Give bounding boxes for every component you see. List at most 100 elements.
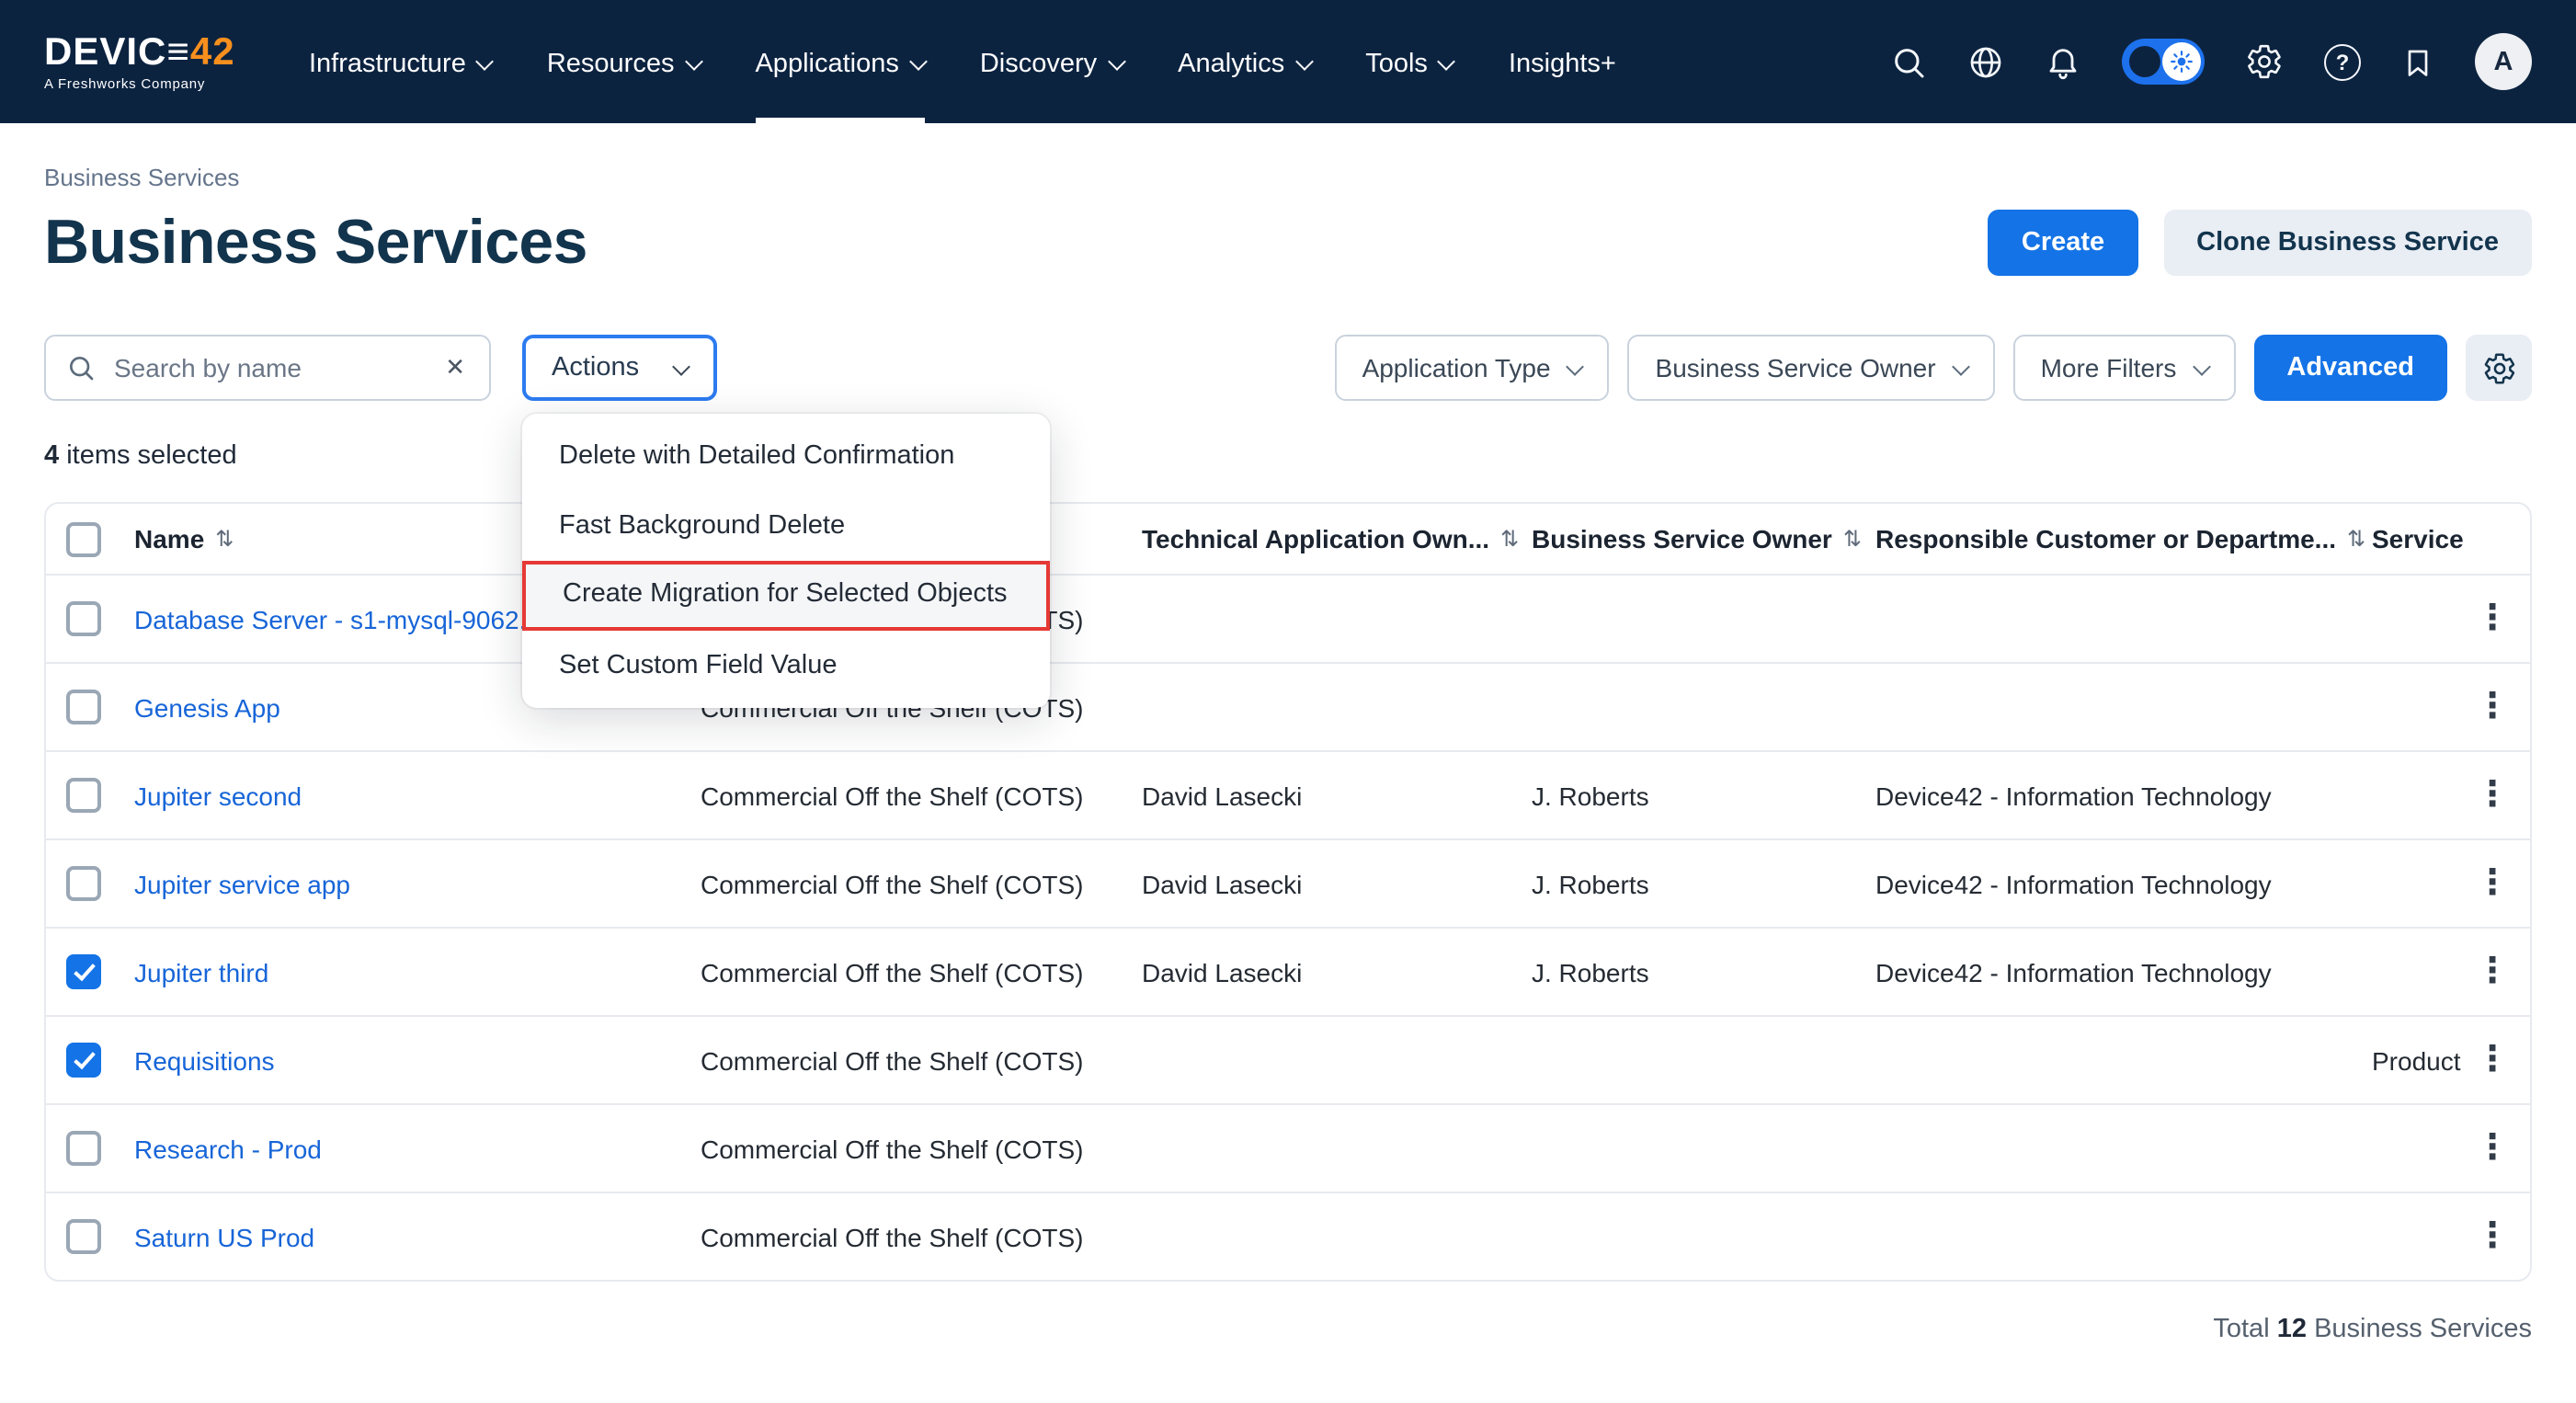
- row-checkbox[interactable]: [65, 1043, 100, 1078]
- menu-item-fast-background-delete[interactable]: Fast Background Delete: [522, 491, 1050, 561]
- row-name-link[interactable]: Jupiter third: [134, 957, 701, 987]
- table-row: Jupiter second Commercial Off the Shelf …: [46, 750, 2530, 838]
- row-menu-kebab-icon[interactable]: ⋮: [2466, 866, 2532, 901]
- row-type: Commercial Off the Shelf (COTS): [701, 957, 1142, 987]
- moon-icon: [2129, 46, 2160, 77]
- title-actions: Create Clone Business Service: [1989, 210, 2532, 276]
- chevron-down-icon: [672, 357, 690, 375]
- row-name-link[interactable]: Jupiter second: [134, 781, 701, 810]
- page: DEVIC≡42 A Freshworks Company Infrastruc…: [0, 0, 2576, 1403]
- settings-gear-icon[interactable]: [2245, 42, 2284, 81]
- total-business-services: Total 12 Business Services: [44, 1315, 2532, 1344]
- nav-item-discovery[interactable]: Discovery: [980, 0, 1123, 123]
- table-row: Requisitions Commercial Off the Shelf (C…: [46, 1015, 2530, 1103]
- notifications-bell-icon[interactable]: [2045, 43, 2081, 80]
- menu-item-set-custom-field-value[interactable]: Set Custom Field Value: [522, 631, 1050, 701]
- chevron-down-icon: [1952, 357, 1970, 375]
- row-bso: J. Roberts: [1532, 781, 1875, 810]
- clear-search-icon[interactable]: ✕: [441, 349, 469, 386]
- toggle-knob: [2162, 42, 2201, 81]
- menu-item-create-migration-for-selected-objects[interactable]: Create Migration for Selected Objects: [522, 561, 1050, 631]
- column-header-business-service-owner[interactable]: Business Service Owner⇅: [1532, 524, 1875, 553]
- row-menu-kebab-icon[interactable]: ⋮: [2466, 1219, 2532, 1254]
- search-icon[interactable]: [1890, 43, 1927, 80]
- nav-item-analytics[interactable]: Analytics: [1178, 0, 1310, 123]
- row-checkbox[interactable]: [65, 690, 100, 724]
- row-name-link[interactable]: Saturn US Prod: [134, 1222, 701, 1251]
- row-checkbox[interactable]: [65, 1219, 100, 1254]
- row-name-link[interactable]: Jupiter service app: [134, 869, 701, 898]
- row-type: Commercial Off the Shelf (COTS): [701, 1045, 1142, 1075]
- create-button[interactable]: Create: [1989, 210, 2137, 276]
- table-row: Jupiter third Commercial Off the Shelf (…: [46, 927, 2530, 1015]
- table-settings-button[interactable]: [2466, 335, 2532, 401]
- title-row: Business Services Create Clone Business …: [44, 202, 2532, 283]
- globe-icon[interactable]: [1967, 43, 2004, 80]
- top-navbar: DEVIC≡42 A Freshworks Company Infrastruc…: [0, 0, 2576, 123]
- column-header-responsible-customer[interactable]: Responsible Customer or Departme...⇅: [1875, 524, 2372, 553]
- table-row: Database Server - s1-mysql-9062.d Commer…: [46, 574, 2530, 662]
- row-menu-kebab-icon[interactable]: ⋮: [2466, 1131, 2532, 1166]
- chevron-down-icon: [685, 51, 703, 70]
- menu-item-delete-with-detailed-confirmation[interactable]: Delete with Detailed Confirmation: [522, 421, 1050, 491]
- row-checkbox[interactable]: [65, 1131, 100, 1166]
- row-checkbox[interactable]: [65, 954, 100, 989]
- bookmark-icon[interactable]: [2401, 43, 2434, 80]
- navbar-actions: ? A: [1890, 33, 2532, 90]
- row-checkbox[interactable]: [65, 866, 100, 901]
- row-name-link[interactable]: Research - Prod: [134, 1134, 701, 1163]
- table-row: Saturn US Prod Commercial Off the Shelf …: [46, 1192, 2530, 1280]
- row-menu-kebab-icon[interactable]: ⋮: [2466, 954, 2532, 989]
- nav-item-applications[interactable]: Applications: [755, 0, 924, 123]
- row-menu-kebab-icon[interactable]: ⋮: [2466, 778, 2532, 813]
- row-menu-kebab-icon[interactable]: ⋮: [2466, 601, 2532, 636]
- theme-toggle[interactable]: [2122, 39, 2205, 85]
- clone-business-service-button[interactable]: Clone Business Service: [2163, 210, 2532, 276]
- sun-icon: [2170, 50, 2194, 74]
- nav-item-insights[interactable]: Insights+: [1509, 0, 1616, 123]
- user-avatar[interactable]: A: [2475, 33, 2532, 90]
- chevron-down-icon: [2192, 357, 2210, 375]
- chevron-down-icon: [1438, 51, 1456, 70]
- more-filters-button[interactable]: More Filters: [2013, 335, 2236, 401]
- row-checkbox[interactable]: [65, 778, 100, 813]
- gear-icon: [2481, 350, 2516, 385]
- application-type-filter[interactable]: Application Type: [1335, 335, 1610, 401]
- nav-item-infrastructure[interactable]: Infrastructure: [309, 0, 492, 123]
- help-icon[interactable]: ?: [2324, 43, 2361, 80]
- breadcrumb[interactable]: Business Services: [44, 164, 2532, 191]
- row-responsible: Device42 - Information Technology: [1875, 869, 2372, 898]
- table-row: Research - Prod Commercial Off the Shelf…: [46, 1103, 2530, 1192]
- sort-icon[interactable]: ⇅: [1500, 526, 1519, 552]
- page-title: Business Services: [44, 202, 587, 283]
- table-row: Jupiter service app Commercial Off the S…: [46, 838, 2530, 927]
- row-name-link[interactable]: Requisitions: [134, 1045, 701, 1075]
- row-responsible: Device42 - Information Technology: [1875, 781, 2372, 810]
- nav-item-tools[interactable]: Tools: [1365, 0, 1453, 123]
- row-checkbox[interactable]: [65, 601, 100, 636]
- row-bso: J. Roberts: [1532, 957, 1875, 987]
- column-header-technical-owner[interactable]: Technical Application Own...⇅: [1142, 524, 1532, 553]
- business-services-table: Name⇅ Technical Application Own...⇅ Busi…: [44, 502, 2532, 1282]
- business-service-owner-filter[interactable]: Business Service Owner: [1628, 335, 1995, 401]
- sort-icon[interactable]: ⇅: [2347, 526, 2365, 552]
- actions-dropdown-button[interactable]: Actions: [522, 335, 717, 401]
- device42-logo[interactable]: DEVIC≡42 A Freshworks Company: [44, 32, 250, 91]
- row-service: Product: [2372, 1045, 2466, 1075]
- sort-icon[interactable]: ⇅: [1843, 526, 1862, 552]
- select-all-checkbox[interactable]: [65, 521, 100, 556]
- nav-item-resources[interactable]: Resources: [547, 0, 701, 123]
- search-input[interactable]: [110, 351, 441, 384]
- selected-count: 4 items selected: [44, 441, 2532, 471]
- row-bso: J. Roberts: [1532, 869, 1875, 898]
- row-menu-kebab-icon[interactable]: ⋮: [2466, 690, 2532, 724]
- main-nav: Infrastructure Resources Applications Di…: [309, 0, 1616, 123]
- search-box: ✕: [44, 335, 491, 401]
- main-content: Business Services Business Services Crea…: [0, 164, 2576, 1344]
- sort-icon[interactable]: ⇅: [215, 526, 234, 552]
- advanced-button[interactable]: Advanced: [2253, 335, 2447, 401]
- row-menu-kebab-icon[interactable]: ⋮: [2466, 1043, 2532, 1078]
- column-header-service[interactable]: Service: [2372, 524, 2466, 553]
- row-tech-owner: David Lasecki: [1142, 781, 1532, 810]
- row-type: Commercial Off the Shelf (COTS): [701, 1134, 1142, 1163]
